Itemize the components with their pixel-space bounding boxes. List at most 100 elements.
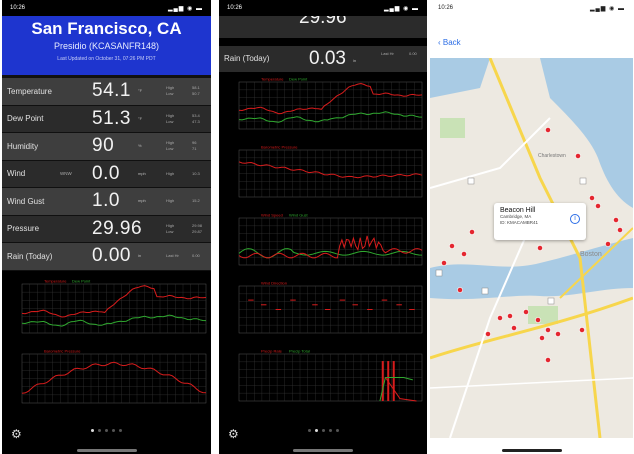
condition-row[interactable]: Dew Point 51.3 °F High Low 53.4 47.3: [2, 105, 211, 133]
status-time: 10:26: [10, 5, 26, 11]
station-map[interactable]: Charlestown Boston: [430, 58, 633, 438]
hilo-label: Last Hr: [166, 253, 179, 259]
page-dot: [105, 429, 108, 432]
callout-station-name: Beacon Hill: [500, 207, 536, 214]
condition-value: 1.0: [92, 190, 120, 212]
rain-value: 0.03: [309, 48, 346, 69]
hilo-value: 96: [192, 140, 197, 146]
condition-hilo-labels: High: [166, 198, 174, 204]
condition-label: Pressure: [7, 224, 40, 234]
station-pin: [605, 241, 611, 247]
info-icon[interactable]: i: [570, 214, 580, 224]
rain-row: Rain (Today) 0.03 in Last Hr 0.00: [219, 46, 427, 72]
legend-entry: Wind Gust: [289, 213, 309, 218]
page-dot: [321, 429, 325, 432]
condition-hilo-labels: High Low: [166, 140, 174, 152]
station-pin: [595, 203, 601, 209]
condition-row[interactable]: Temperature 54.1 °F High Low 58.1 50.7: [2, 78, 211, 106]
chart-wind-speed-gust[interactable]: Wind Speed Wind Gust: [221, 210, 425, 274]
station-pin: [617, 227, 623, 233]
condition-hilo-labels: Last Hr: [166, 253, 179, 259]
station-header[interactable]: San Francisco, CA Presidio (KCASANFR148)…: [2, 16, 211, 78]
chart-wind-direction[interactable]: Wind Direction: [221, 278, 425, 342]
status-time: 10:26: [227, 5, 243, 11]
condition-hilo-labels: High: [166, 171, 174, 177]
condition-label: Wind Gust: [7, 196, 45, 206]
condition-row[interactable]: Humidity 90% High Low 96 71: [2, 133, 211, 161]
status-bar: 10:26 ▂▄▆ ◉ ▬: [2, 0, 211, 16]
home-indicator: [501, 449, 562, 452]
page-dot: [335, 429, 339, 432]
page-dot: [119, 429, 122, 432]
route-shield: [435, 269, 443, 277]
hilo-label: Low: [166, 146, 174, 152]
station-pin: [613, 217, 619, 223]
station-pin: [545, 357, 551, 363]
route-shield: [547, 297, 555, 305]
condition-unit: mph: [138, 198, 146, 203]
page-dot: [328, 429, 332, 432]
hilo-label: High: [166, 112, 175, 118]
chart-barometric-pressure[interactable]: Barometric Pressure: [221, 142, 425, 206]
condition-hilo-values: 10.3: [192, 171, 200, 177]
page-dot: [307, 429, 311, 432]
status-icons: ▂▄▆ ◉ ▬: [383, 5, 419, 12]
hilo-value: 53.4: [192, 112, 200, 118]
station-pin: [575, 153, 581, 159]
condition-value: 0.00: [92, 245, 131, 267]
legend-entry: Wind Speed: [261, 213, 283, 218]
legend-entry: Wind Direction: [261, 281, 287, 286]
page-indicator[interactable]: [2, 429, 211, 432]
chart-temperature-dewpoint[interactable]: Temperature Dew Point: [221, 74, 425, 138]
hilo-label: Low: [166, 228, 174, 234]
page-indicator[interactable]: [219, 429, 427, 432]
series-precip-total: [379, 377, 413, 402]
hilo-value: 50.7: [192, 91, 200, 97]
station-pin: [535, 317, 541, 323]
condition-row[interactable]: Wind WNW 0.0 mph High 10.3: [2, 160, 211, 188]
hilo-label: Low: [166, 91, 174, 97]
station-name: Presidio (KCASANFR148): [53, 41, 160, 51]
legend-entry: Temperature: [44, 279, 67, 284]
station-pin: [441, 260, 447, 266]
condition-row[interactable]: Wind Gust 1.0 mph High 15.2: [2, 188, 211, 216]
condition-row[interactable]: Rain (Today) 0.00 in Last Hr 0.00: [2, 243, 211, 271]
legend-entry: Precip Total: [289, 349, 310, 354]
condition-unit: °F: [138, 88, 143, 93]
map-label-charlestown: Charlestown: [538, 153, 566, 159]
series-precip-rate: [381, 361, 384, 401]
condition-value: 29.96: [92, 217, 143, 239]
condition-label: Humidity: [7, 141, 39, 151]
condition-unit: °F: [138, 115, 143, 121]
legend-entry: Dew Point: [72, 279, 91, 284]
legend-entry: Precip Rate: [261, 349, 283, 354]
conditions-list: Temperature 54.1 °F High Low 58.1 50.7 Dew Poin…: [2, 78, 211, 271]
back-button[interactable]: ‹ Back: [438, 38, 461, 47]
chart-barometric-pressure[interactable]: Barometric Pressure: [4, 346, 209, 412]
phone-graphs: 10:26 ▂▄▆ ◉ ▬ 29.96 Rain (Today) 0.03 in…: [219, 0, 427, 454]
station-callout[interactable]: Beacon Hill Cambridge, MA ID: KMACAMBR41…: [494, 203, 586, 240]
legend-entry: Barometric Pressure: [261, 145, 298, 150]
hilo-label: High: [166, 198, 175, 204]
route-shield: [579, 177, 587, 185]
chart-temperature-dewpoint[interactable]: Temperature Dew Point: [4, 276, 209, 342]
station-pin: [539, 335, 545, 341]
condition-value: 54.1: [92, 80, 131, 102]
station-pin: [461, 251, 467, 257]
condition-unit: mph: [138, 170, 146, 176]
status-bar: 10:26 ▂▄▆ ◉ ▬: [219, 0, 427, 16]
chart-precipitation[interactable]: Precip Rate Precip Total: [221, 346, 425, 410]
status-bar: 10:26 ▂▄▆ ◉ ▬: [430, 0, 633, 16]
rain-unit: in: [353, 58, 357, 63]
condition-direction: WNW: [60, 170, 72, 176]
station-pin: [485, 331, 491, 337]
home-indicator: [76, 449, 137, 452]
condition-row[interactable]: Pressure 29.96 in High Low 29.98 29.87: [2, 215, 211, 243]
station-pin: [579, 327, 585, 333]
hilo-value: 15.2: [192, 198, 200, 204]
page-dot: [314, 429, 318, 432]
condition-hilo-labels: High Low: [166, 85, 174, 97]
station-pin: [497, 315, 503, 321]
condition-hilo-labels: High Low: [166, 223, 174, 235]
condition-label: Dew Point: [7, 114, 44, 124]
